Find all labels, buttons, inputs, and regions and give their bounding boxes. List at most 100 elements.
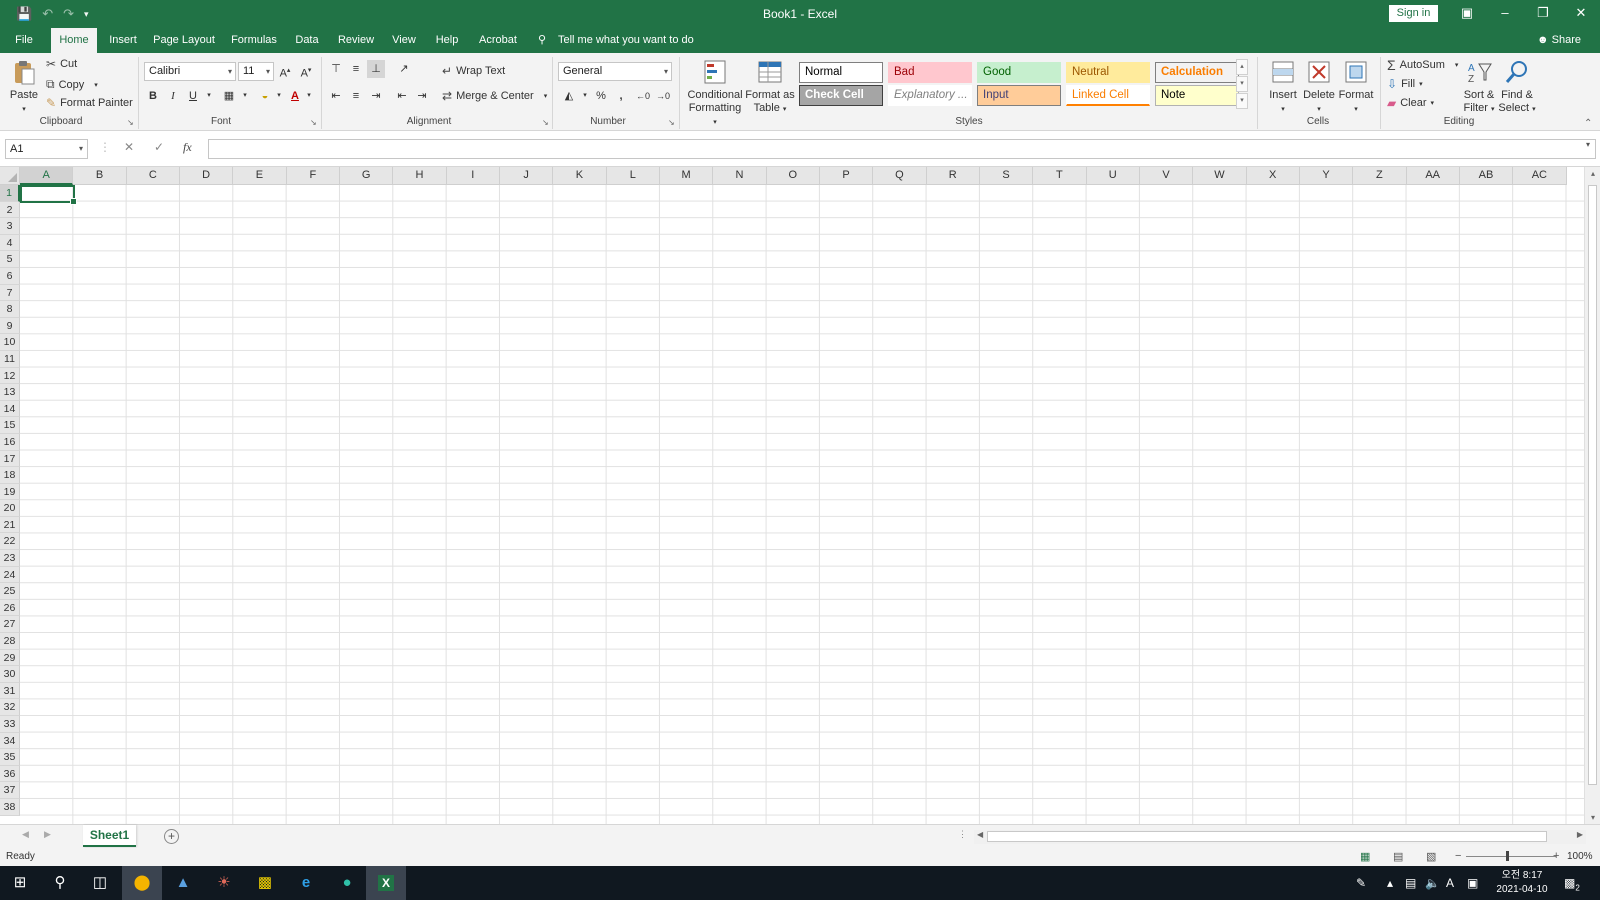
row-header[interactable]: 14 xyxy=(0,400,20,418)
messenger-icon[interactable]: ▩ xyxy=(245,866,285,900)
insert-function-icon[interactable]: fx xyxy=(183,140,192,155)
row-header[interactable]: 34 xyxy=(0,732,20,750)
share-button[interactable]: ☻ Share xyxy=(1537,28,1581,53)
chevron-up-icon[interactable]: ▴ xyxy=(1387,866,1393,900)
font-name-dropdown[interactable]: Calibri ▾ xyxy=(144,62,236,81)
column-header[interactable]: F xyxy=(286,167,340,185)
notifications-icon[interactable]: ▩2 xyxy=(1564,866,1580,900)
column-header[interactable]: M xyxy=(659,167,714,185)
gallery-up-icon[interactable]: ▴ xyxy=(1236,59,1248,75)
column-header[interactable]: H xyxy=(393,167,447,185)
number-launcher-icon[interactable]: ↘ xyxy=(668,118,675,127)
tab-view[interactable]: View xyxy=(387,28,421,53)
row-header[interactable]: 26 xyxy=(0,599,20,617)
column-header[interactable]: N xyxy=(713,167,767,185)
redo-icon[interactable]: ↷ xyxy=(63,6,74,22)
cell-style-bad[interactable]: Bad xyxy=(888,62,972,83)
column-header[interactable]: D xyxy=(179,167,234,185)
cell-style-check-cell[interactable]: Check Cell xyxy=(799,85,883,106)
top-align-icon[interactable]: ⊤ xyxy=(327,60,345,78)
tell-me-search[interactable]: ⚲ Tell me what you want to do xyxy=(538,28,694,53)
number-format-dropdown[interactable]: General ▾ xyxy=(558,62,672,81)
restore-icon[interactable]: ❐ xyxy=(1524,0,1562,28)
page-break-preview-icon[interactable]: ▧ xyxy=(1426,850,1436,863)
format-as-table-button[interactable]: Format as Table ▾ xyxy=(744,58,796,116)
row-header[interactable]: 8 xyxy=(0,301,20,318)
sort-filter-button[interactable]: AZ Sort & Filter ▾ xyxy=(1460,58,1498,116)
scroll-up-icon[interactable]: ▴ xyxy=(1585,169,1600,178)
keyboard-icon[interactable]: ▣ xyxy=(1467,866,1478,900)
orientation-icon[interactable]: ↗ xyxy=(395,60,413,78)
column-header[interactable]: AC xyxy=(1513,167,1567,185)
zoom-slider-thumb[interactable] xyxy=(1506,851,1509,861)
row-header[interactable]: 12 xyxy=(0,367,20,385)
increase-indent-icon[interactable]: ⇥ xyxy=(413,87,431,105)
row-header[interactable]: 22 xyxy=(0,533,20,551)
decrease-decimal-icon[interactable]: →0 xyxy=(654,87,672,105)
pen-icon[interactable]: ✎ xyxy=(1356,866,1366,900)
row-header[interactable]: 7 xyxy=(0,284,20,302)
row-header[interactable]: 27 xyxy=(0,616,20,634)
row-header[interactable]: 38 xyxy=(0,798,20,816)
copy-button[interactable]: ⧉ Copy ▾ xyxy=(46,77,98,92)
column-header[interactable]: X xyxy=(1246,167,1300,185)
row-header[interactable]: 17 xyxy=(0,450,20,468)
expand-formula-bar-icon[interactable]: ▾ xyxy=(1586,140,1590,149)
align-left-icon[interactable]: ⇤ xyxy=(327,87,345,105)
format-painter-button[interactable]: ✎ Format Painter xyxy=(46,96,133,110)
row-header[interactable]: 28 xyxy=(0,633,20,650)
gallery-down-icon[interactable]: ▾ xyxy=(1236,76,1248,92)
row-header[interactable]: 18 xyxy=(0,467,20,484)
row-header[interactable]: 21 xyxy=(0,516,20,534)
row-header[interactable]: 5 xyxy=(0,251,20,268)
tab-acrobat[interactable]: Acrobat xyxy=(473,28,523,53)
cell-style-neutral[interactable]: Neutral xyxy=(1066,62,1150,83)
row-header[interactable]: 15 xyxy=(0,417,20,434)
scroll-right-icon[interactable]: ▶ xyxy=(1577,830,1583,839)
row-header[interactable]: 6 xyxy=(0,267,20,285)
column-header[interactable]: I xyxy=(446,167,500,185)
volume-icon[interactable]: 🔈 xyxy=(1425,866,1440,900)
decrease-font-size-icon[interactable]: A▾ xyxy=(297,62,315,80)
column-header[interactable]: U xyxy=(1086,167,1140,185)
column-header[interactable]: G xyxy=(339,167,394,185)
normal-view-icon[interactable]: ▦ xyxy=(1360,850,1370,863)
align-center-icon[interactable]: ≡ xyxy=(347,87,365,105)
page-layout-view-icon[interactable]: ▤ xyxy=(1393,850,1403,863)
font-launcher-icon[interactable]: ↘ xyxy=(310,118,317,127)
delete-cells-button[interactable]: Delete ▾ xyxy=(1301,58,1337,116)
italic-button[interactable]: I xyxy=(164,87,182,105)
column-header[interactable]: O xyxy=(766,167,820,185)
cell-style-normal[interactable]: Normal xyxy=(799,62,883,83)
app-icon[interactable]: ▲ xyxy=(163,866,203,900)
middle-align-icon[interactable]: ≡ xyxy=(347,60,365,78)
cancel-icon[interactable]: ✕ xyxy=(124,140,134,154)
internet-explorer-icon[interactable]: e xyxy=(286,866,326,900)
edge-icon[interactable]: ● xyxy=(327,866,367,900)
cell-style-good[interactable]: Good xyxy=(977,62,1061,83)
column-header[interactable]: E xyxy=(233,167,287,185)
increase-decimal-icon[interactable]: ←0 xyxy=(634,87,652,105)
column-header[interactable]: AA xyxy=(1406,167,1460,185)
task-view-icon[interactable]: ◫ xyxy=(80,866,120,900)
merge-center-button[interactable]: ⇄ Merge & Center ▾ xyxy=(442,89,547,103)
row-header[interactable]: 1 xyxy=(0,185,20,202)
row-header[interactable]: 36 xyxy=(0,765,20,783)
autosum-button[interactable]: Σ AutoSum ▾ xyxy=(1387,57,1458,73)
scroll-down-icon[interactable]: ▾ xyxy=(1585,813,1600,822)
minimize-icon[interactable]: – xyxy=(1486,0,1524,28)
tab-data[interactable]: Data xyxy=(290,28,324,53)
tab-page-layout[interactable]: Page Layout xyxy=(150,28,218,53)
column-header[interactable]: W xyxy=(1193,167,1247,185)
row-header[interactable]: 9 xyxy=(0,317,20,335)
bold-button[interactable]: B xyxy=(144,87,162,105)
scroll-thumb[interactable] xyxy=(987,831,1547,842)
network-icon[interactable]: ▤ xyxy=(1405,866,1416,900)
clipboard-launcher-icon[interactable]: ↘ xyxy=(127,118,134,127)
paste-button[interactable]: Paste ▾ xyxy=(8,58,40,116)
font-size-dropdown[interactable]: 11 ▾ xyxy=(238,62,274,81)
column-header[interactable]: Y xyxy=(1299,167,1354,185)
collapse-ribbon-icon[interactable]: ⌃ xyxy=(1584,118,1592,129)
tab-insert[interactable]: Insert xyxy=(103,28,143,53)
scroll-thumb[interactable] xyxy=(1588,185,1597,785)
